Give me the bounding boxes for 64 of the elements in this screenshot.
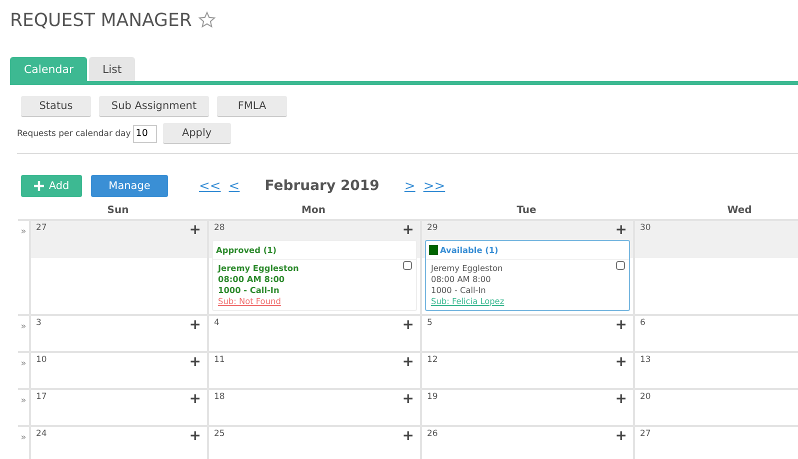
weekday-header: Tue: [516, 205, 536, 216]
add-request-button[interactable]: +: [402, 223, 414, 237]
add-request-button[interactable]: +: [615, 429, 627, 443]
date-number: 20: [640, 392, 651, 402]
page-title: REQUEST MANAGER: [10, 10, 192, 30]
week-expand[interactable]: »: [20, 227, 26, 237]
date-number: 26: [427, 429, 438, 439]
week-expand[interactable]: »: [20, 433, 26, 443]
add-request-button[interactable]: +: [615, 223, 627, 237]
plus-icon: [34, 181, 44, 191]
date-number: 27: [36, 223, 47, 233]
star-icon[interactable]: [198, 11, 216, 29]
request-time: 08:00 AM 8:00: [431, 274, 491, 285]
add-request-button[interactable]: +: [189, 429, 201, 443]
date-number: 17: [36, 392, 47, 402]
add-request-button[interactable]: +: [189, 355, 201, 369]
employee-name: Jeremy Eggleston: [431, 263, 503, 274]
add-request-button[interactable]: +: [615, 392, 627, 406]
request-checkbox[interactable]: [616, 261, 625, 270]
apply-button[interactable]: Apply: [162, 123, 231, 144]
add-request-button[interactable]: +: [189, 392, 201, 406]
date-number: 12: [427, 355, 438, 365]
request-time: 08:00 AM 8:00: [218, 274, 285, 285]
request-reason: 1000 - Call-In: [431, 285, 486, 296]
date-number: 11: [214, 355, 225, 365]
request-checkbox[interactable]: [403, 261, 412, 270]
filter-dropdown[interactable]: Sub Assignment: [99, 96, 209, 117]
week-expand[interactable]: »: [20, 359, 26, 369]
week-expand[interactable]: »: [20, 396, 26, 406]
status-heading[interactable]: Approved (1): [216, 245, 277, 255]
weekday-header: Mon: [302, 205, 326, 216]
month-title: February 2019: [264, 178, 380, 194]
add-request-button[interactable]: +: [402, 392, 414, 406]
date-number: 27: [640, 429, 651, 439]
date-number: 4: [214, 318, 220, 328]
date-number: 29: [427, 223, 438, 233]
week-expand[interactable]: »: [20, 322, 26, 332]
date-number: 18: [214, 392, 225, 402]
date-number: 30: [640, 223, 651, 233]
date-number: 24: [36, 429, 47, 439]
request-reason: 1000 - Call-In: [218, 285, 280, 296]
tab[interactable]: List: [89, 57, 135, 81]
add-request-button[interactable]: +: [402, 355, 414, 369]
date-number: 3: [36, 318, 42, 328]
input-field[interactable]: 10: [132, 124, 157, 142]
date-number: 25: [214, 429, 225, 439]
filter-dropdown[interactable]: Status: [21, 96, 91, 117]
date-number: 5: [427, 318, 432, 328]
add-request-button[interactable]: +: [402, 318, 414, 332]
add-request-button[interactable]: +: [189, 223, 201, 237]
date-number: 19: [427, 392, 438, 402]
field-label: Requests per calendar day: [17, 128, 131, 138]
add-request-button[interactable]: +: [615, 318, 627, 332]
weekday-header: Wed: [727, 205, 752, 216]
weekday-header: Sun: [107, 205, 129, 216]
add-request-button[interactable]: +: [615, 355, 627, 369]
date-number: 6: [640, 318, 646, 328]
filter-dropdown[interactable]: FMLA: [217, 96, 287, 117]
add-request-button[interactable]: +: [189, 318, 201, 332]
date-number: 28: [214, 223, 225, 233]
date-number: 10: [36, 355, 47, 365]
employee-name: Jeremy Eggleston: [218, 263, 299, 274]
add-request-button[interactable]: +: [402, 429, 414, 443]
date-number: 13: [640, 355, 651, 365]
